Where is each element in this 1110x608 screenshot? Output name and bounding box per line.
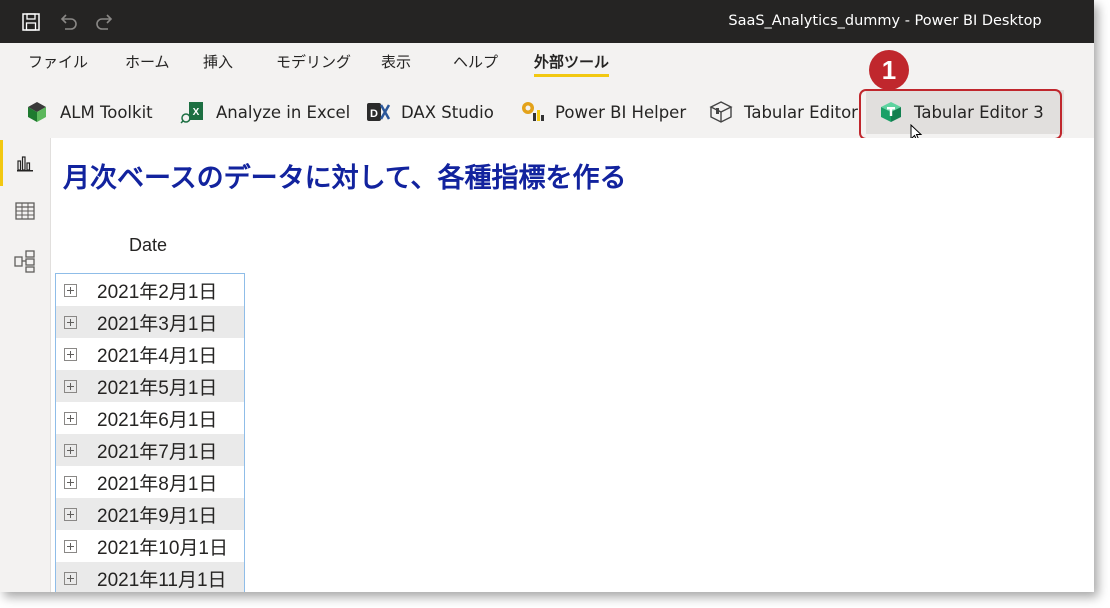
save-icon[interactable]: [20, 11, 42, 33]
row-date: 2021年3月1日: [97, 313, 218, 335]
svg-text:X: X: [193, 107, 200, 118]
row-date: 2021年11月1日: [97, 569, 227, 591]
power-bi-helper-icon: [522, 102, 544, 121]
table-row[interactable]: 2021年7月1日: [56, 434, 244, 466]
redo-icon[interactable]: [94, 11, 116, 33]
dax-studio-label: DAX Studio: [401, 102, 494, 122]
excel-icon: X: [180, 102, 203, 124]
row-date: 2021年9月1日: [97, 505, 218, 527]
row-date: 2021年10月1日: [97, 537, 228, 559]
expand-icon[interactable]: [64, 411, 77, 425]
tab-modeling[interactable]: モデリング: [276, 51, 351, 77]
analyze-in-excel-button[interactable]: X Analyze in Excel: [180, 90, 350, 134]
report-view-button[interactable]: [0, 140, 50, 186]
tab-view[interactable]: 表示: [381, 51, 411, 77]
window-title: SaaS_Analytics_dummy - Power BI Desktop: [728, 13, 1042, 29]
expand-icon[interactable]: [64, 507, 77, 521]
undo-icon[interactable]: [57, 11, 79, 33]
table-row[interactable]: 2021年6月1日: [56, 402, 244, 434]
expand-icon[interactable]: [64, 283, 77, 297]
tab-home[interactable]: ホーム: [125, 51, 170, 77]
row-date: 2021年7月1日: [97, 441, 218, 463]
expand-icon[interactable]: [64, 347, 77, 361]
table-row[interactable]: 2021年4月1日: [56, 338, 244, 370]
expand-icon[interactable]: [64, 571, 77, 585]
tabular-editor-label: Tabular Editor: [744, 102, 858, 122]
page-title: 月次ベースのデータに対して、各種指標を作る: [63, 163, 627, 194]
table-row[interactable]: 2021年11月1日: [56, 562, 244, 592]
tab-file[interactable]: ファイル: [28, 51, 88, 77]
table-row[interactable]: 2021年3月1日: [56, 306, 244, 338]
highlight-box: [859, 89, 1062, 140]
row-date: 2021年4月1日: [97, 345, 218, 367]
tabular-editor-button[interactable]: Tabular Editor: [708, 90, 858, 134]
report-view-icon: [17, 156, 33, 172]
report-canvas[interactable]: 月次ベースのデータに対して、各種指標を作る Date 2021年2月1日 202…: [51, 138, 1094, 592]
expand-icon[interactable]: [64, 315, 77, 329]
power-bi-window: SaaS_Analytics_dummy - Power BI Desktop …: [0, 0, 1094, 592]
row-date: 2021年5月1日: [97, 377, 218, 399]
tab-external-tools[interactable]: 外部ツール: [534, 51, 610, 77]
svg-text:D: D: [370, 108, 378, 120]
expand-icon[interactable]: [64, 475, 77, 489]
model-view-icon: [14, 250, 35, 273]
expand-icon[interactable]: [64, 379, 77, 393]
expand-icon[interactable]: [64, 443, 77, 457]
tab-insert[interactable]: 挿入: [203, 51, 233, 77]
table-grid-icon: [15, 202, 35, 220]
alm-toolkit-button[interactable]: ALM Toolkit: [24, 90, 153, 134]
data-view-button[interactable]: [0, 188, 50, 234]
date-column-header[interactable]: Date: [129, 235, 167, 256]
model-view-button[interactable]: [0, 238, 50, 284]
analyze-in-excel-label: Analyze in Excel: [216, 102, 351, 122]
dax-studio-icon: D: [367, 103, 391, 121]
step-badge: 1: [869, 50, 909, 90]
expand-icon[interactable]: [64, 539, 77, 553]
table-row[interactable]: 2021年10月1日: [56, 530, 244, 562]
row-date: 2021年2月1日: [97, 281, 218, 303]
title-bar: SaaS_Analytics_dummy - Power BI Desktop: [0, 0, 1094, 43]
power-bi-helper-label: Power BI Helper: [555, 102, 687, 122]
alm-toolkit-label: ALM Toolkit: [60, 102, 153, 122]
table-row[interactable]: 2021年5月1日: [56, 370, 244, 402]
table-row[interactable]: 2021年9月1日: [56, 498, 244, 530]
tab-help[interactable]: ヘルプ: [453, 51, 498, 77]
date-table: 2021年2月1日 2021年3月1日 2021年4月1日 2021年5月1日 …: [55, 273, 245, 592]
table-row[interactable]: 2021年2月1日: [56, 274, 244, 306]
tabular-editor-icon: [709, 101, 733, 123]
view-rail: [0, 138, 51, 592]
dax-studio-button[interactable]: D DAX Studio: [365, 90, 494, 134]
row-date: 2021年6月1日: [97, 409, 218, 431]
row-date: 2021年8月1日: [97, 473, 218, 495]
alm-toolkit-icon: [28, 102, 46, 122]
power-bi-helper-button[interactable]: Power BI Helper: [519, 90, 686, 134]
table-row[interactable]: 2021年8月1日: [56, 466, 244, 498]
